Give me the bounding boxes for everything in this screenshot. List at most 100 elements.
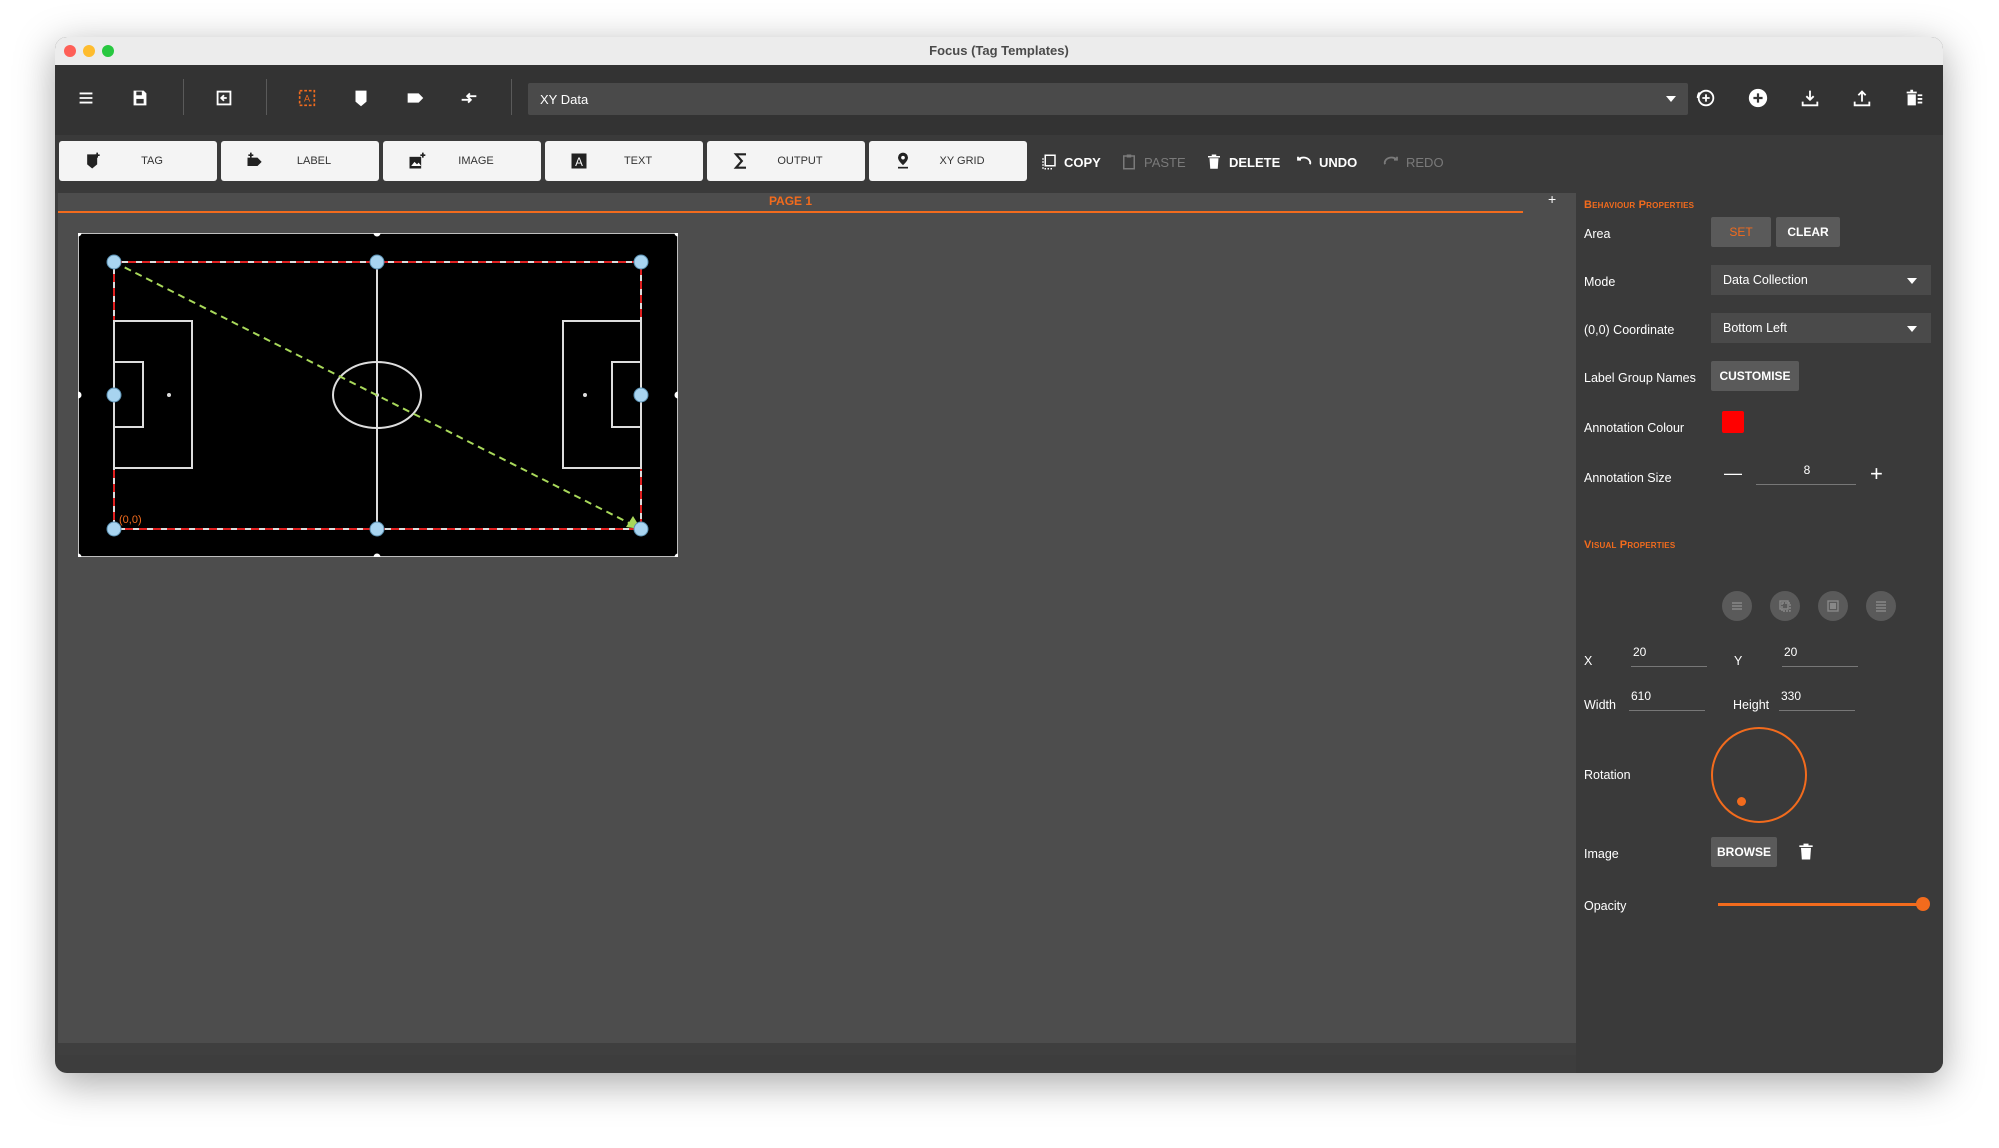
undo-icon [1297,156,1312,165]
template-select[interactable]: XY Data [528,83,1688,115]
text-icon: A [567,149,591,173]
annotation-size-input[interactable]: 8 [1756,463,1856,485]
app-window: Focus (Tag Templates) A XY Data TAG LABE… [55,37,1943,1073]
insert-toolbar: TAG LABEL IMAGE A TEXT OUTPUT XY GRID CO… [55,135,1943,193]
add-tag-label: TAG [141,155,163,167]
right-penalty-spot [583,393,587,397]
label-group-names-label: Label Group Names [1584,371,1696,385]
add-page-button[interactable]: + [1548,191,1556,207]
swap-icon[interactable] [450,79,488,117]
label-icon[interactable] [396,79,434,117]
handle-bottom-right[interactable] [633,521,649,537]
add-image-button[interactable]: IMAGE [383,141,541,181]
y-input[interactable]: 20 [1782,645,1858,667]
xy-grid-element[interactable]: (0,0) [78,233,678,557]
rotation-handle[interactable] [1737,797,1746,806]
send-backward-icon[interactable] [1770,591,1800,621]
add-circle-icon[interactable] [1739,79,1777,117]
add-tag-button[interactable]: TAG [59,141,217,181]
handle-middle-right[interactable] [633,387,649,403]
paste-label: PASTE [1144,154,1186,170]
paste-button[interactable]: PASTE [1120,151,1186,173]
decrease-size-button[interactable]: — [1724,463,1742,484]
undo-button[interactable]: UNDO [1295,151,1357,173]
window-title: Focus (Tag Templates) [929,43,1069,58]
width-label: Width [1584,698,1616,712]
copy-icon [1042,154,1056,170]
target-icon[interactable] [1687,79,1725,117]
handle-middle-left[interactable] [106,387,122,403]
clear-area-button[interactable]: CLEAR [1776,217,1840,247]
rotation-label: Rotation [1584,768,1631,782]
chevron-down-icon [1907,278,1917,284]
x-input[interactable]: 20 [1631,645,1707,667]
set-area-button[interactable]: SET [1711,217,1771,247]
redo-button[interactable]: REDO [1382,151,1444,173]
handle-bottom-left[interactable] [106,521,122,537]
handle-top-middle[interactable] [369,254,385,270]
behaviour-properties-title: Behaviour Properties [1584,199,1695,211]
chevron-down-icon [1666,96,1676,102]
annotation-colour-label: Annotation Colour [1584,421,1685,435]
add-label-button[interactable]: LABEL [221,141,379,181]
handle-top-left[interactable] [106,254,122,270]
opacity-slider-thumb[interactable] [1916,897,1930,911]
bring-forward-icon[interactable] [1818,591,1848,621]
add-label-label: LABEL [296,155,332,167]
chevron-down-icon [1907,326,1917,332]
image-label: Image [1584,847,1619,861]
height-input[interactable]: 330 [1779,689,1855,711]
horizontal-scrollbar[interactable] [58,1043,1576,1055]
upload-icon[interactable] [1843,79,1881,117]
customise-button[interactable]: CUSTOMISE [1711,361,1799,391]
visual-properties-title: Visual Properties [1584,539,1676,551]
svg-text:A: A [575,156,583,169]
handle-bottom-middle[interactable] [369,521,385,537]
mode-select[interactable]: Data Collection [1711,265,1931,295]
trash-icon[interactable] [1796,841,1816,866]
width-input[interactable]: 610 [1629,689,1705,711]
y-label: Y [1734,654,1743,668]
x-label: X [1584,654,1593,668]
tab-page-1[interactable]: PAGE 1 [58,193,1523,213]
redo-icon [1383,156,1398,165]
annotation-size-label: Annotation Size [1584,471,1672,485]
add-xy-grid-button[interactable]: XY GRID [869,141,1027,181]
coordinate-select[interactable]: Bottom Left [1711,313,1931,343]
location-pin-icon [891,149,915,173]
align-top-icon[interactable] [1722,591,1752,621]
menu-icon[interactable] [67,79,105,117]
select-area-icon[interactable]: A [288,79,326,117]
delete-button[interactable]: DELETE [1205,151,1280,173]
copy-label: COPY [1064,154,1101,170]
increase-size-button[interactable]: + [1870,461,1883,487]
exit-icon[interactable] [205,79,243,117]
template-select-value: XY Data [540,91,589,107]
download-icon[interactable] [1791,79,1829,117]
coordinate-label: (0,0) Coordinate [1584,323,1675,337]
delete-list-icon[interactable] [1895,79,1933,117]
copy-button[interactable]: COPY [1040,151,1101,173]
image-plus-icon [405,149,429,173]
rotation-dial[interactable] [1711,727,1807,823]
main-toolbar: A XY Data [55,65,1943,135]
area-label: Area [1584,227,1611,241]
browse-button[interactable]: BROWSE [1711,837,1777,867]
align-middle-icon[interactable] [1866,591,1896,621]
title-bar: Focus (Tag Templates) [55,37,1943,66]
add-output-button[interactable]: OUTPUT [707,141,865,181]
annotation-colour-swatch[interactable] [1722,411,1744,433]
add-text-button[interactable]: A TEXT [545,141,703,181]
handle-top-right[interactable] [633,254,649,270]
tag-icon[interactable] [342,79,380,117]
properties-panel: Behaviour Properties Area SET CLEAR Mode… [1576,193,1943,1073]
add-image-label: IMAGE [458,155,494,167]
opacity-slider[interactable] [1718,903,1924,906]
add-text-label: TEXT [623,155,653,167]
undo-label: UNDO [1319,154,1358,170]
height-label: Height [1733,698,1770,712]
coordinate-value: Bottom Left [1723,321,1787,335]
design-canvas[interactable]: PAGE 1 + (0,0) [58,191,1576,1055]
sigma-icon [729,149,753,173]
save-icon[interactable] [121,79,159,117]
